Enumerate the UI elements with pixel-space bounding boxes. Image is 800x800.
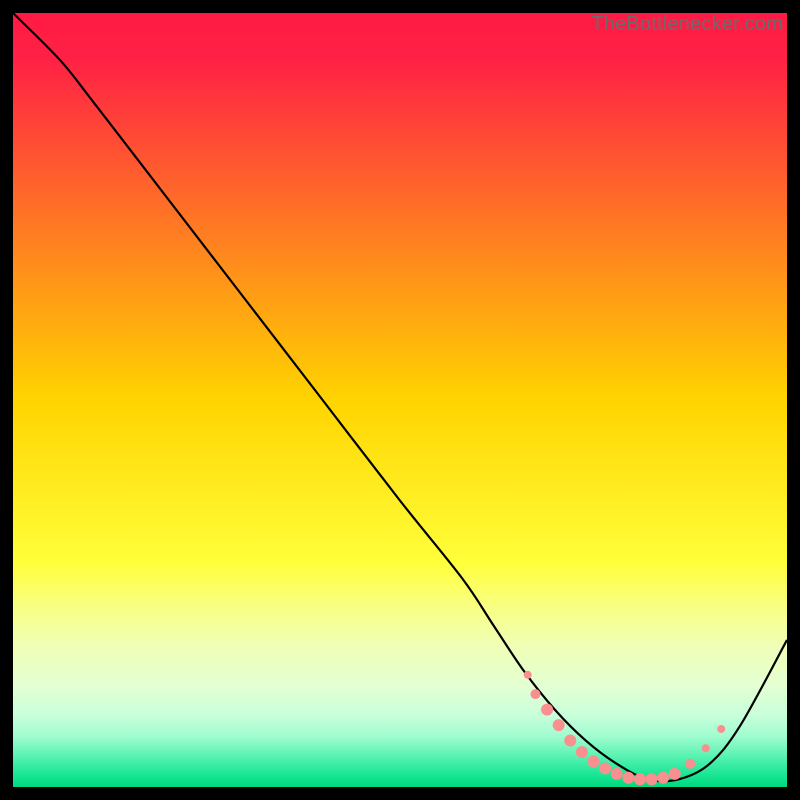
data-marker: [576, 746, 588, 758]
data-marker: [685, 759, 695, 769]
data-marker: [611, 768, 623, 780]
data-marker: [646, 773, 658, 785]
watermark-text: TheBottlenecker.com: [591, 13, 783, 36]
data-marker: [524, 671, 532, 679]
data-marker: [530, 689, 540, 699]
data-marker: [588, 755, 600, 767]
data-marker: [634, 773, 646, 785]
data-marker: [553, 719, 565, 731]
data-marker: [622, 772, 634, 784]
data-marker: [657, 772, 669, 784]
data-marker: [541, 704, 553, 716]
data-marker: [599, 762, 611, 774]
chart-frame: TheBottlenecker.com: [13, 13, 787, 787]
bottleneck-chart: [13, 13, 787, 787]
data-marker: [564, 735, 576, 747]
gradient-background: [13, 13, 787, 787]
data-marker: [717, 725, 725, 733]
data-marker: [702, 744, 710, 752]
data-marker: [669, 768, 681, 780]
